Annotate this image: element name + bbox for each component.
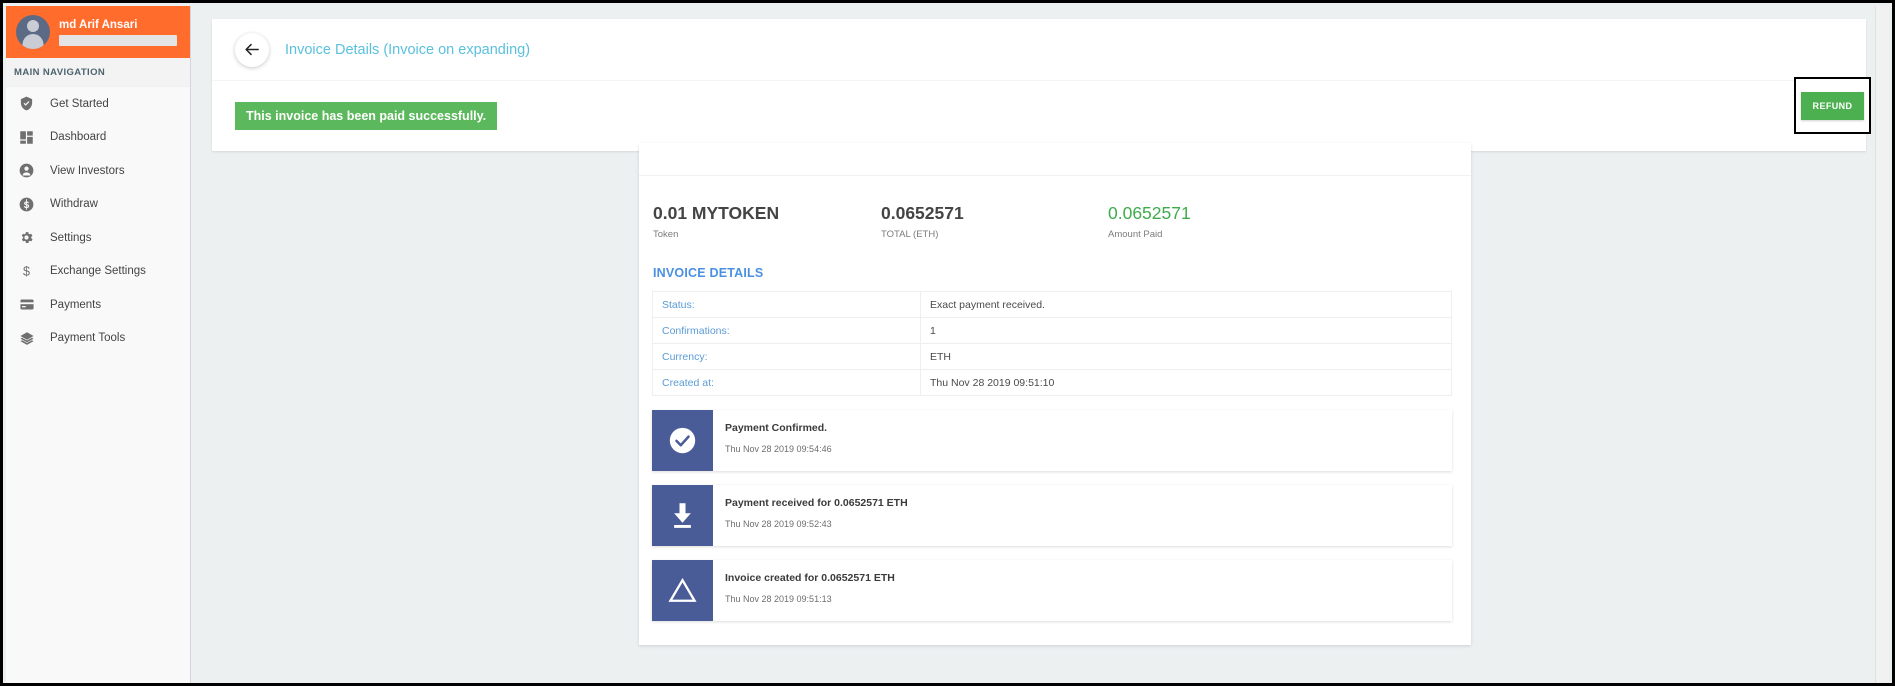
detail-value: ETH: [920, 343, 1452, 370]
gear-icon: [19, 230, 39, 245]
user-email-redacted: [59, 35, 177, 46]
list-item: Payment received for 0.0652571 ETH Thu N…: [652, 485, 1452, 546]
avatar: [16, 15, 50, 49]
detail-value: 1: [920, 317, 1452, 344]
sidebar-item-dashboard[interactable]: Dashboard: [6, 120, 190, 154]
summary-total: 0.0652571 TOTAL (ETH): [881, 203, 1108, 240]
page-header-row: Invoice Details (Invoice on expanding): [212, 19, 1866, 81]
triangle-icon: [652, 560, 713, 621]
user-circle-icon: [19, 163, 39, 178]
shield-icon: [19, 96, 39, 111]
invoice-card: 0.01 MYTOKEN Token 0.0652571 TOTAL (ETH)…: [639, 143, 1471, 645]
list-item: Invoice created for 0.0652571 ETH Thu No…: [652, 560, 1452, 621]
detail-key: Status:: [652, 291, 921, 318]
download-icon: [652, 485, 713, 546]
invoice-details-title: INVOICE DETAILS: [653, 266, 764, 280]
dollar-sign-icon: $: [19, 263, 39, 279]
refund-highlight-box: REFUND: [1794, 77, 1871, 134]
svg-text:$: $: [23, 265, 30, 279]
event-time: Thu Nov 28 2019 09:54:46: [725, 444, 832, 454]
invoice-timeline: Payment Confirmed. Thu Nov 28 2019 09:54…: [652, 410, 1452, 621]
user-name: md Arif Ansari: [59, 19, 138, 31]
sidebar: md Arif Ansari MAIN NAVIGATION Get Start…: [6, 6, 191, 683]
table-row: Currency: ETH: [652, 343, 1452, 370]
sidebar-item-label: Withdraw: [50, 198, 98, 211]
sidebar-item-settings[interactable]: Settings: [6, 221, 190, 255]
list-item: Payment Confirmed. Thu Nov 28 2019 09:54…: [652, 410, 1452, 471]
event-time: Thu Nov 28 2019 09:52:43: [725, 519, 832, 529]
refund-button[interactable]: REFUND: [1800, 91, 1865, 120]
summary-value: 0.0652571: [1108, 203, 1191, 223]
arrow-left-icon: [244, 41, 261, 58]
content-area: Invoice Details (Invoice on expanding) T…: [191, 6, 1881, 683]
user-info: md Arif Ansari: [59, 18, 180, 46]
event-title: Payment received for 0.0652571 ETH: [725, 497, 908, 509]
success-alert: This invoice has been paid successfully.: [235, 101, 498, 130]
summary-value: 0.01 MYTOKEN: [653, 203, 780, 223]
invoice-summary: 0.01 MYTOKEN Token 0.0652571 TOTAL (ETH)…: [639, 176, 1471, 262]
page-header-card: Invoice Details (Invoice on expanding) T…: [212, 19, 1866, 151]
sidebar-item-label: Payment Tools: [50, 332, 126, 345]
event-title: Invoice created for 0.0652571 ETH: [725, 572, 895, 584]
detail-value: Thu Nov 28 2019 09:51:10: [920, 369, 1452, 396]
summary-token: 0.01 MYTOKEN Token: [653, 203, 881, 240]
detail-key: Confirmations:: [652, 317, 921, 344]
summary-amount-paid: 0.0652571 Amount Paid: [1108, 203, 1191, 240]
sidebar-item-label: Settings: [50, 231, 92, 244]
sidebar-item-exchange-settings[interactable]: $ Exchange Settings: [6, 254, 190, 288]
sidebar-item-label: Payments: [50, 298, 102, 311]
sidebar-item-view-investors[interactable]: View Investors: [6, 154, 190, 188]
invoice-details-table: Status: Exact payment received. Confirma…: [652, 291, 1452, 396]
sidebar-item-payment-tools[interactable]: Payment Tools: [6, 321, 190, 355]
summary-value: 0.0652571: [881, 203, 964, 223]
sidebar-item-get-started[interactable]: Get Started: [6, 87, 190, 121]
layers-icon: [19, 331, 39, 346]
check-circle-icon: [652, 410, 713, 471]
alert-row: This invoice has been paid successfully.: [212, 81, 1866, 150]
event-body: Invoice created for 0.0652571 ETH Thu No…: [713, 560, 1452, 621]
event-body: Payment received for 0.0652571 ETH Thu N…: [713, 485, 1452, 546]
dollar-circle-icon: S: [19, 197, 39, 212]
nav-section-header: MAIN NAVIGATION: [6, 58, 190, 87]
invoice-card-top-strip: [639, 143, 1471, 176]
table-row: Status: Exact payment received.: [652, 291, 1452, 318]
sidebar-item-withdraw[interactable]: S Withdraw: [6, 187, 190, 221]
summary-label: TOTAL (ETH): [881, 229, 939, 240]
credit-card-icon: [19, 297, 39, 312]
event-time: Thu Nov 28 2019 09:51:13: [725, 594, 832, 604]
detail-value: Exact payment received.: [920, 291, 1452, 318]
detail-key: Currency:: [652, 343, 921, 370]
sidebar-item-label: Get Started: [50, 97, 109, 110]
sidebar-item-label: Exchange Settings: [50, 265, 146, 278]
sidebar-item-label: Dashboard: [50, 131, 107, 144]
back-button[interactable]: [235, 32, 269, 67]
app-frame: md Arif Ansari MAIN NAVIGATION Get Start…: [0, 0, 1895, 686]
event-title: Payment Confirmed.: [725, 422, 828, 434]
sidebar-item-label: View Investors: [50, 164, 125, 177]
detail-key: Created at:: [652, 369, 921, 396]
user-panel[interactable]: md Arif Ansari: [6, 6, 190, 58]
summary-label: Token: [653, 229, 679, 240]
page-scrollbar[interactable]: [1875, 6, 1889, 683]
event-body: Payment Confirmed. Thu Nov 28 2019 09:54…: [713, 410, 1452, 471]
table-row: Confirmations: 1: [652, 317, 1452, 344]
sidebar-item-payments[interactable]: Payments: [6, 288, 190, 322]
table-row: Created at: Thu Nov 28 2019 09:51:10: [652, 369, 1452, 396]
dashboard-grid-icon: [19, 130, 39, 145]
summary-label: Amount Paid: [1108, 229, 1163, 240]
page-title[interactable]: Invoice Details (Invoice on expanding): [285, 42, 530, 58]
